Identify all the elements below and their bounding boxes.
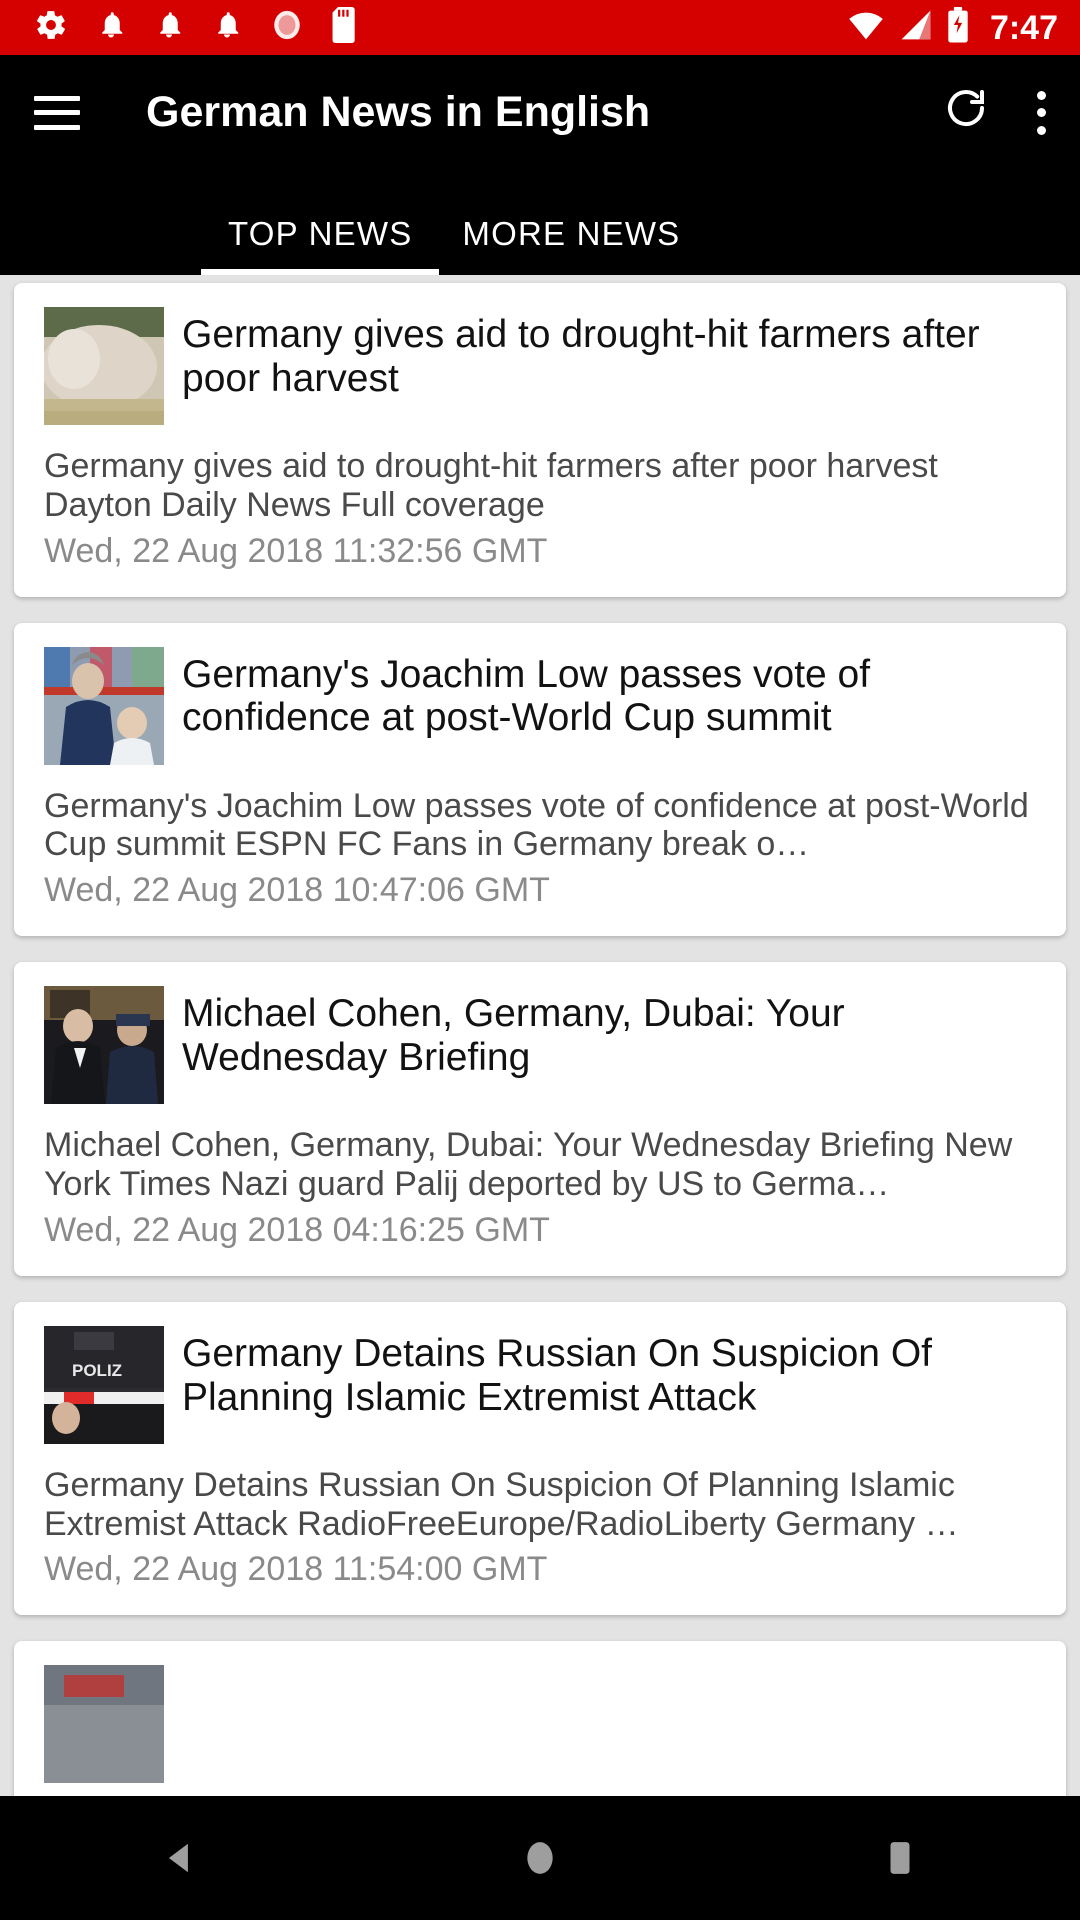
news-list[interactable]: Germany gives aid to drought-hit farmers… [0,275,1080,1920]
notification-bell-icon [96,8,126,47]
app-screen: 7:47 German News in English TOP NEWS MOR… [0,0,1080,1920]
article-thumbnail [44,646,164,765]
news-card[interactable]: Germany's Joachim Low passes vote of con… [14,622,1066,937]
back-icon[interactable] [90,1839,270,1877]
tab-top-news[interactable]: TOP NEWS [200,215,440,275]
svg-text:POLIZ: POLIZ [72,1361,122,1380]
article-headline: Germany Detains Russian On Suspicion Of … [182,1331,932,1419]
article-thumbnail: POLIZ [44,1325,164,1444]
refresh-icon[interactable] [942,86,990,139]
page-title: German News in English [146,88,651,136]
news-card[interactable]: Germany gives aid to drought-hit farmers… [14,283,1066,597]
recents-icon[interactable] [810,1839,990,1877]
battery-charging-icon [946,7,970,48]
article-description: Germany gives aid to drought-hit farmers… [44,447,938,524]
news-card-header: POLIZ Germany Detains Russian On Suspici… [44,1322,1036,1444]
news-card-header [44,1661,1036,1784]
article-description: Michael Cohen, Germany, Dubai: Your Wedn… [44,1126,1013,1203]
news-card[interactable]: POLIZ Germany Detains Russian On Suspici… [14,1301,1066,1616]
home-icon[interactable] [450,1839,630,1877]
tab-more-news[interactable]: MORE NEWS [462,215,680,275]
notification-bell-icon [212,8,242,47]
settings-gear-icon [34,8,68,47]
news-card[interactable]: Michael Cohen, Germany, Dubai: Your Wedn… [14,962,1066,1276]
news-card-header: Germany gives aid to drought-hit farmers… [44,303,1036,425]
system-navigation-bar [0,1796,1080,1920]
wifi-icon [846,9,886,46]
article-thumbnail [44,307,164,425]
article-thumbnail [44,986,164,1105]
article-description: Germany's Joachim Low passes vote of con… [44,786,1029,864]
notification-bell-icon [154,8,184,47]
more-vertical-icon[interactable] [1036,90,1046,135]
news-card[interactable] [14,1641,1066,1810]
app-bar: German News in English [0,55,1080,170]
article-headline: Germany's Joachim Low passes vote of con… [182,652,871,740]
news-card-header: Michael Cohen, Germany, Dubai: Your Wedn… [44,982,1036,1105]
article-date: Wed, 22 Aug 2018 04:16:25 GMT [44,1210,550,1249]
article-date: Wed, 22 Aug 2018 11:32:56 GMT [44,531,548,570]
status-bar-left-icons [34,7,846,48]
app-bar-actions [942,86,1046,139]
article-headline: Michael Cohen, Germany, Dubai: Your Wedn… [182,992,845,1079]
sd-card-icon [332,7,358,48]
article-date: Wed, 22 Aug 2018 11:54:00 GMT [44,1550,548,1589]
status-bar-clock: 7:47 [989,8,1058,47]
cellular-signal-icon [898,9,934,46]
article-date: Wed, 22 Aug 2018 10:47:06 GMT [44,871,550,910]
article-description: Germany Detains Russian On Suspicion Of … [44,1465,959,1543]
status-bar-right-icons: 7:47 [846,7,1058,48]
article-headline: Germany gives aid to drought-hit farmers… [182,313,980,400]
status-bar: 7:47 [0,0,1080,55]
hamburger-menu-icon[interactable] [34,95,80,130]
tab-bar: TOP NEWS MORE NEWS [0,170,1080,275]
article-thumbnail [44,1665,164,1784]
news-card-header: Germany's Joachim Low passes vote of con… [44,643,1036,765]
alarm-icon [270,8,304,47]
